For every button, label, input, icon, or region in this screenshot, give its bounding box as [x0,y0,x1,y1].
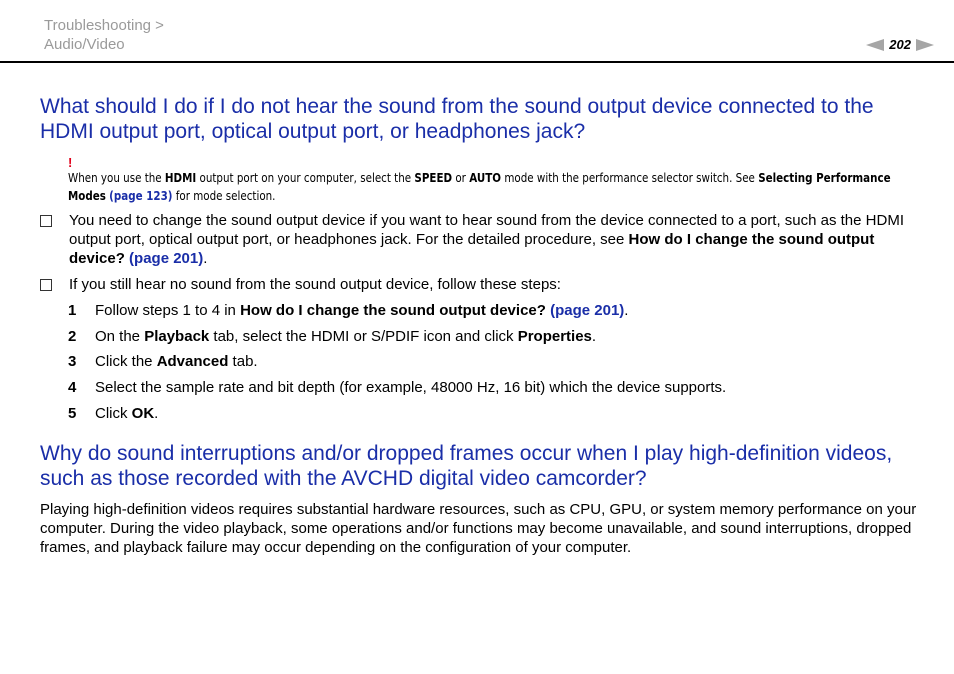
breadcrumb-current: Audio/Video [44,36,125,53]
step-number: 4 [68,379,77,396]
note-text: When you use the HDMI output port on you… [68,171,891,203]
next-page-arrow-icon[interactable] [916,38,934,51]
previous-page-arrow-icon[interactable] [866,38,885,51]
step-number: 2 [68,328,77,345]
step-number: 1 [68,302,77,319]
step-number: 3 [68,353,77,370]
list-item: You need to change the sound output devi… [40,211,920,268]
page-123-link[interactable]: (page 123) [109,189,172,203]
section-body-text: Playing high-definition videos requires … [40,501,917,556]
step-item: 3 Click the Advanced tab. [68,352,258,371]
page-201-link[interactable]: (page 201) [129,250,203,267]
step-text: On the Playback tab, select the HDMI or … [95,328,597,345]
warning-mark-icon: ! [68,155,73,170]
breadcrumb-section-link[interactable]: Troubleshooting > [44,16,164,35]
list-item-text: If you still hear no sound from the soun… [69,276,561,293]
performance-mode-note: ! When you use the HDMI output port on y… [68,155,928,205]
checkbox-bullet-icon [40,279,52,291]
page-201-link[interactable]: (page 201) [550,302,624,319]
list-item: If you still hear no sound from the soun… [40,275,920,294]
list-item-text: You need to change the sound output devi… [69,212,904,267]
step-item: 5 Click OK. [68,404,158,423]
breadcrumb: Troubleshooting > Audio/Video [44,16,164,54]
step-text: Click OK. [95,405,159,422]
step-item: 2 On the Playback tab, select the HDMI o… [68,327,596,346]
step-text: Follow steps 1 to 4 in How do I change t… [95,302,629,319]
section-heading-hdmi-sound: What should I do if I do not hear the so… [40,95,874,143]
page-number: 202 [889,37,911,52]
header-divider [0,61,954,63]
checkbox-bullet-icon [40,215,52,227]
step-item: 4 Select the sample rate and bit depth (… [68,378,726,397]
step-item: 1 Follow steps 1 to 4 in How do I change… [68,301,628,320]
step-number: 5 [68,405,77,422]
step-text: Select the sample rate and bit depth (fo… [95,379,727,396]
page-navigation: 202 [866,37,934,52]
section-heading-hd-video: Why do sound interruptions and/or droppe… [40,442,893,490]
step-text: Click the Advanced tab. [95,353,258,370]
